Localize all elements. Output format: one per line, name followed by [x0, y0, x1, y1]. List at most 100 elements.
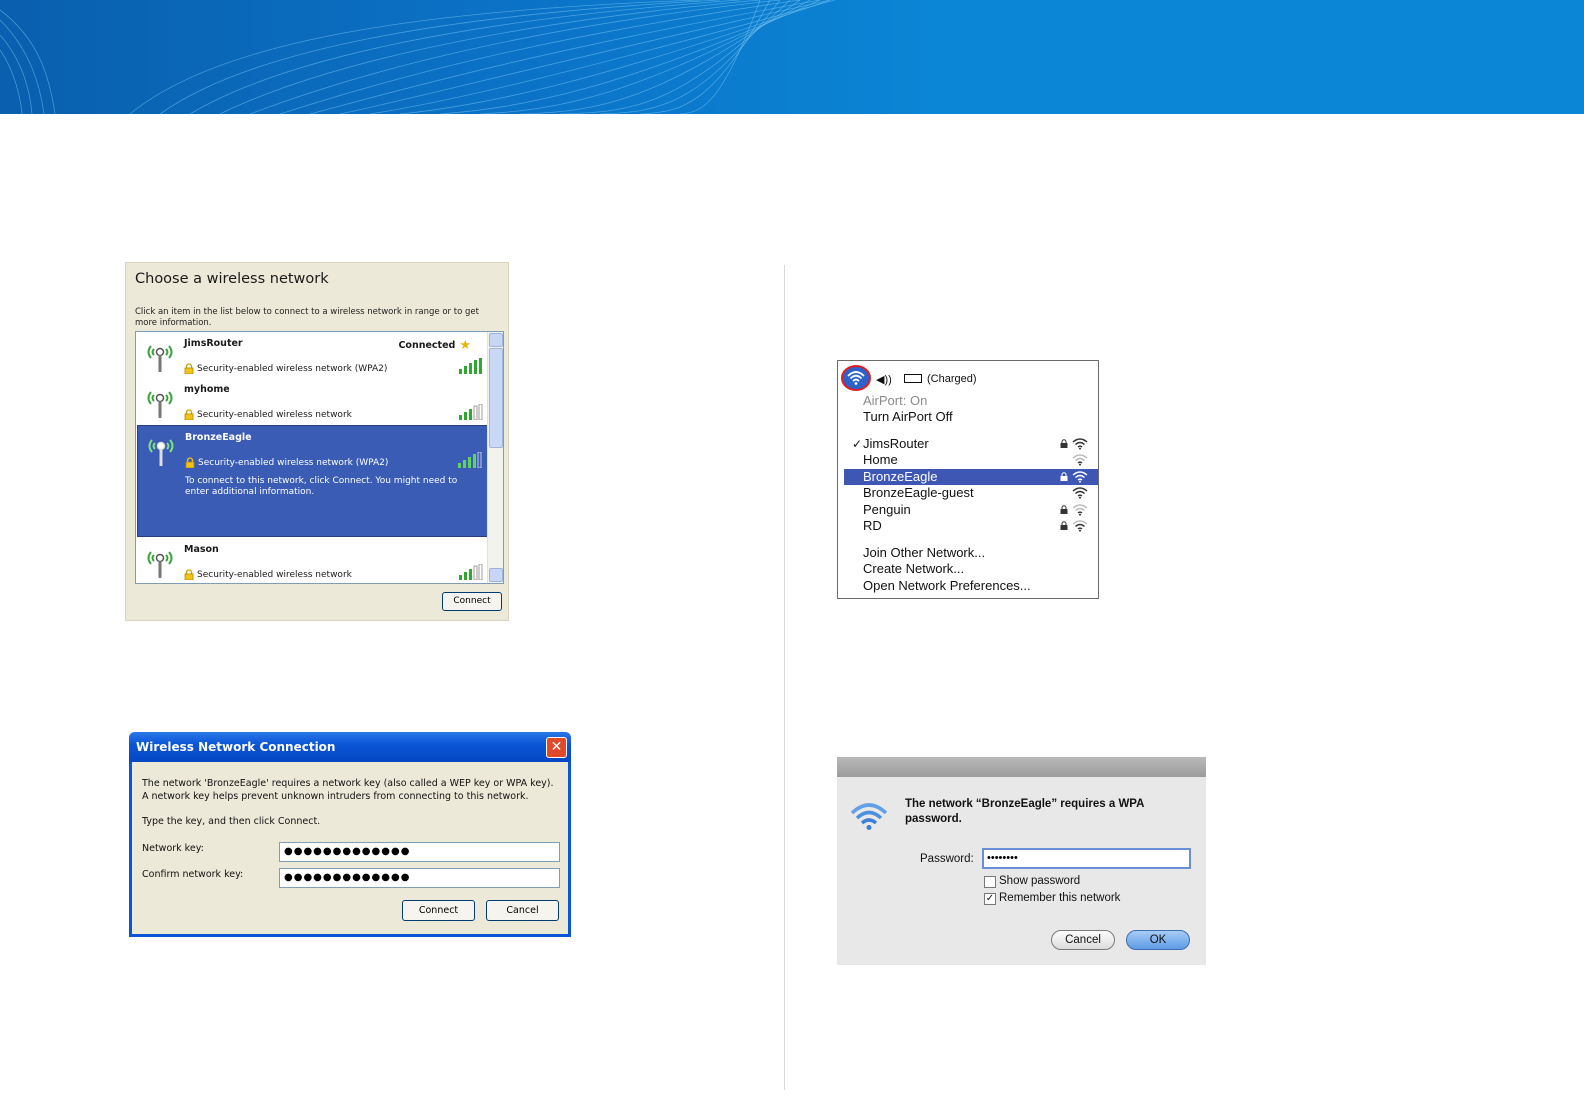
close-icon[interactable]: ✕: [546, 737, 567, 758]
wifi-signal-icon: [1072, 487, 1088, 499]
menu-network-penguin[interactable]: Penguin: [844, 502, 1098, 518]
lock-icon: [1060, 505, 1068, 514]
turn-airport-off-item[interactable]: Turn AirPort Off: [844, 409, 1098, 425]
header-banner: [0, 0, 1584, 114]
antenna-icon: [147, 391, 173, 418]
dialog-message: The network “BronzeEagle” requires a WPA…: [905, 798, 1144, 825]
show-password-checkbox[interactable]: [984, 876, 996, 888]
menu-network-rd[interactable]: RD: [844, 518, 1098, 534]
signal-strength-icon: [459, 358, 482, 374]
network-name: BronzeEagle-guest: [863, 485, 974, 500]
dialog-instruction: Type the key, and then click Connect.: [142, 816, 321, 827]
menu-network-bronzeeagle[interactable]: BronzeEagle: [844, 469, 1098, 485]
network-key-label: Network key:: [142, 843, 204, 854]
security-info: Security-enabled wireless network (WPA2): [184, 363, 387, 374]
network-key-field[interactable]: ●●●●●●●●●●●●●: [279, 842, 560, 862]
menu-network-bronzeeagle-guest[interactable]: BronzeEagle-guest: [844, 485, 1098, 501]
lock-icon: [1060, 472, 1068, 481]
network-name: Mason: [184, 544, 219, 555]
dialog-titlebar: [837, 757, 1206, 777]
star-icon: ★: [459, 338, 471, 353]
signal-strength-icon: [459, 564, 483, 580]
xp-choose-network-window: Choose a wireless network Click an item …: [125, 262, 509, 621]
checkmark-icon: ✓: [852, 437, 863, 451]
network-item-myhome[interactable]: myhome Security-enabled wireless network: [137, 378, 489, 424]
airport-status: AirPort: On: [863, 393, 928, 408]
wifi-signal-icon: [1072, 438, 1088, 450]
security-label: Security-enabled wireless network (WPA2): [198, 457, 389, 468]
remember-network-label: Remember this network: [999, 892, 1121, 904]
open-network-preferences-item[interactable]: Open Network Preferences...: [844, 578, 1098, 594]
instructions: Click an item in the list below to conne…: [135, 307, 479, 328]
cancel-button[interactable]: Cancel: [486, 900, 559, 921]
network-list: JimsRouter Connected ★ Security-enabled …: [135, 331, 504, 584]
battery-status: (Charged): [927, 373, 977, 385]
confirm-key-label: Confirm network key:: [142, 869, 244, 880]
manual-page: Choose a wireless network Click an item …: [0, 0, 1584, 1111]
dialog-title: Wireless Network Connection: [136, 740, 336, 754]
wifi-signal-icon: [1072, 471, 1088, 483]
scroll-up-button[interactable]: [489, 333, 503, 347]
banner-wave-graphic: [0, 0, 836, 114]
signal-strength-icon: [458, 452, 482, 468]
network-name: myhome: [184, 384, 230, 395]
mac-airport-menu: ◀)) (Charged) AirPort: On Turn AirPort O…: [837, 360, 1099, 599]
volume-icon[interactable]: ◀)): [876, 373, 892, 386]
password-label: Password:: [920, 853, 974, 865]
network-name: BronzeEagle: [185, 432, 252, 443]
network-name: JimsRouter: [863, 436, 929, 451]
lock-icon: [1060, 439, 1068, 448]
lock-icon: [184, 569, 194, 580]
dialog-message: The network 'BronzeEagle' requires a net…: [142, 778, 554, 802]
network-name: JimsRouter: [184, 338, 243, 349]
cancel-button[interactable]: Cancel: [1051, 930, 1115, 950]
mac-wpa-password-dialog: The network “BronzeEagle” requires a WPA…: [837, 757, 1206, 965]
scroll-thumb[interactable]: [489, 348, 503, 448]
network-item-jimsrouter[interactable]: JimsRouter Connected ★ Security-enabled …: [137, 332, 489, 378]
airport-menu-icon[interactable]: [841, 365, 871, 391]
network-name: Penguin: [863, 502, 911, 517]
security-info: Security-enabled wireless network: [184, 409, 352, 420]
network-name: Home: [863, 452, 898, 467]
lock-icon: [184, 363, 194, 374]
wifi-icon: [850, 803, 888, 830]
window-title: Choose a wireless network: [135, 271, 329, 287]
antenna-icon: [147, 551, 173, 578]
ok-button[interactable]: OK: [1126, 930, 1190, 950]
list-scrollbar[interactable]: [487, 332, 503, 583]
security-label: Security-enabled wireless network: [197, 569, 352, 580]
join-other-network-item[interactable]: Join Other Network...: [844, 545, 1098, 561]
confirm-key-field[interactable]: ●●●●●●●●●●●●●: [279, 868, 560, 888]
wifi-signal-icon: [1072, 454, 1088, 466]
column-divider: [784, 265, 785, 1090]
xp-network-key-dialog: Wireless Network Connection ✕ The networ…: [129, 732, 571, 937]
signal-strength-icon: [459, 404, 483, 420]
network-name: BronzeEagle: [863, 469, 938, 484]
scroll-down-button[interactable]: [489, 568, 503, 582]
antenna-icon: [147, 345, 173, 372]
antenna-icon: [148, 439, 174, 466]
lock-icon: [184, 409, 194, 420]
create-network-item[interactable]: Create Network...: [844, 561, 1098, 577]
security-label: Security-enabled wireless network: [197, 409, 352, 420]
lock-icon: [185, 457, 195, 468]
wifi-signal-icon: [1072, 520, 1088, 532]
network-item-mason[interactable]: Mason Security-enabled wireless network: [137, 538, 489, 583]
connection-status: Connected ★: [398, 338, 471, 353]
password-field[interactable]: ••••••••: [982, 848, 1191, 869]
battery-icon[interactable]: [904, 374, 922, 383]
security-info: Security-enabled wireless network (WPA2): [185, 457, 388, 468]
connect-hint: To connect to this network, click Connec…: [185, 476, 458, 497]
menu-network-home[interactable]: Home: [844, 452, 1098, 468]
network-item-bronzeeagle[interactable]: BronzeEagle Security-enabled wireless ne…: [137, 425, 489, 537]
menu-network-jimsrouter[interactable]: ✓ JimsRouter: [844, 436, 1098, 452]
wifi-signal-icon: [1072, 504, 1088, 516]
security-info: Security-enabled wireless network: [184, 569, 352, 580]
connect-button[interactable]: Connect: [402, 900, 475, 921]
show-password-label: Show password: [999, 875, 1081, 887]
connect-button[interactable]: Connect: [442, 592, 502, 611]
remember-network-checkbox[interactable]: ✓: [984, 893, 996, 905]
status-label: Connected: [398, 340, 456, 351]
network-name: RD: [863, 518, 882, 533]
lock-icon: [1060, 521, 1068, 530]
